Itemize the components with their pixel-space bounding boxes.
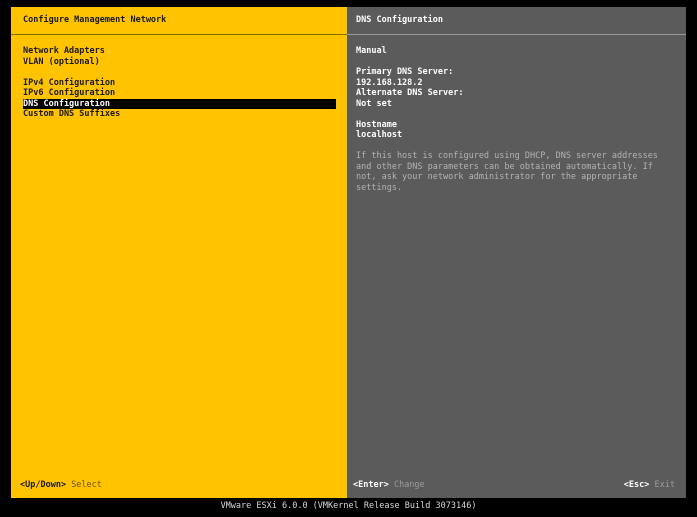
details-panel-header: DNS Configuration xyxy=(347,7,686,35)
menu-item-ipv6-configuration[interactable]: IPv6 Configuration xyxy=(23,88,336,99)
menu-item-vlan[interactable]: VLAN (optional) xyxy=(23,57,336,68)
esc-key-label: <Esc> xyxy=(623,479,650,490)
primary-dns-value: 192.168.128.2 xyxy=(356,77,423,88)
menu-panel-title: Configure Management Network xyxy=(23,15,167,25)
details-panel-title: DNS Configuration xyxy=(356,15,443,25)
exit-footer-hint: <Esc> Exit xyxy=(624,480,675,491)
menu-item-ipv4-configuration[interactable]: IPv4 Configuration xyxy=(23,78,336,89)
primary-dns-label: Primary DNS Server: xyxy=(356,67,454,77)
exit-action-label: Exit xyxy=(654,479,675,490)
menu-item-network-adapters[interactable]: Network Adapters xyxy=(23,46,336,57)
change-action-label: Change xyxy=(393,479,425,490)
enter-key-label: <Enter> xyxy=(353,479,389,490)
alternate-dns-value: Not set xyxy=(356,98,392,109)
dcui-screen: Configure Management Network Network Ada… xyxy=(0,0,697,517)
menu-item-dns-configuration[interactable]: DNS Configuration xyxy=(23,98,336,109)
menu-panel-header: Configure Management Network xyxy=(11,7,347,35)
detail-spacer xyxy=(356,141,676,152)
menu-footer-hint: <Up/Down> Select xyxy=(20,480,102,491)
details-panel: DNS Configuration Manual Primary DNS Ser… xyxy=(347,7,686,498)
change-footer-hint: <Enter> Change xyxy=(353,480,425,491)
detail-spacer xyxy=(356,57,676,68)
menu-item-custom-dns-suffixes[interactable]: Custom DNS Suffixes xyxy=(23,109,336,120)
dns-mode: Manual xyxy=(356,46,387,56)
dns-details: Manual Primary DNS Server: 192.168.128.2… xyxy=(356,46,676,193)
hostname-value: localhost xyxy=(356,130,403,140)
alternate-dns-label: Alternate DNS Server: xyxy=(356,88,464,98)
menu-panel: Configure Management Network Network Ada… xyxy=(11,7,347,498)
network-menu: Network Adapters VLAN (optional) IPv4 Co… xyxy=(23,46,336,120)
menu-spacer xyxy=(23,67,336,78)
version-status-bar: VMware ESXi 6.0.0 (VMKernel Release Buil… xyxy=(220,501,477,511)
dns-help-text: If this host is configured using DHCP, D… xyxy=(356,151,658,193)
detail-spacer xyxy=(356,109,676,120)
up-down-key-label: <Up/Down> xyxy=(20,479,67,490)
hostname-label: Hostname xyxy=(356,119,397,130)
select-action-label: Select xyxy=(71,479,102,490)
